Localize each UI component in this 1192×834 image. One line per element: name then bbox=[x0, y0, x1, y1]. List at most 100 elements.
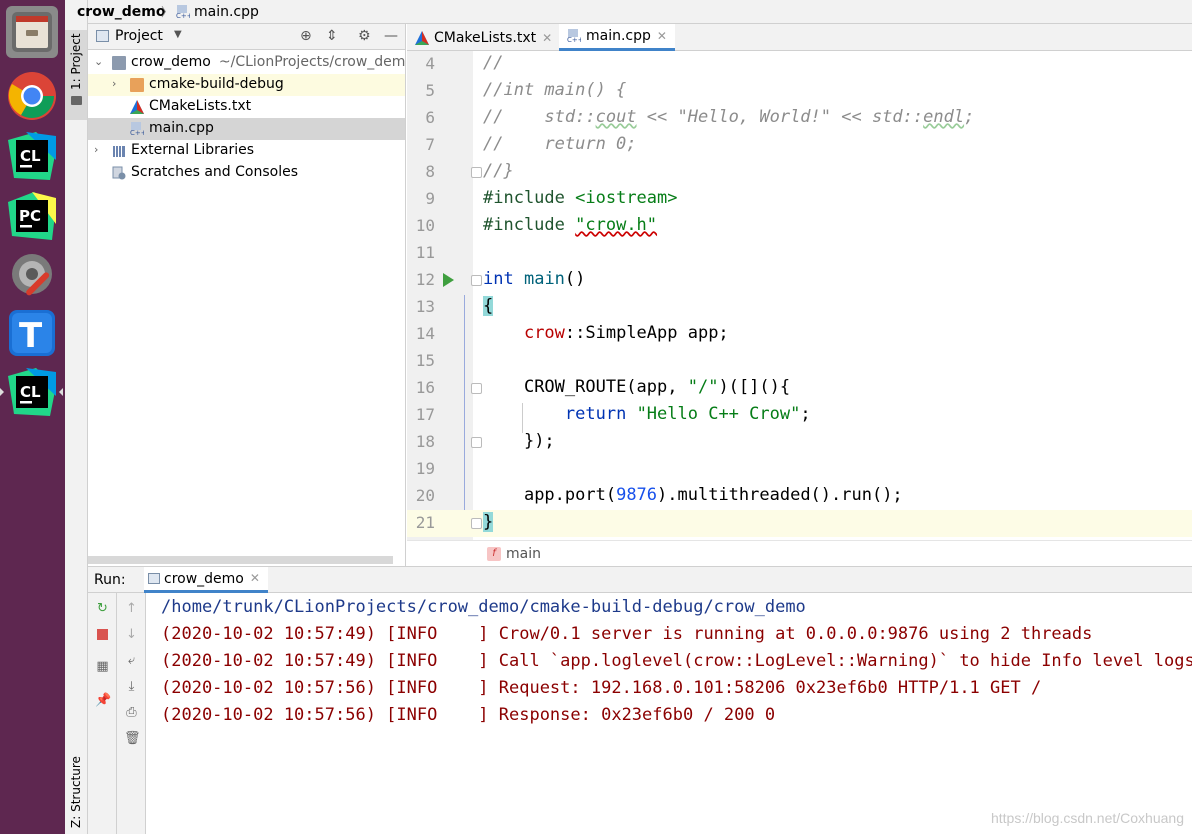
line-number: 12 bbox=[415, 270, 435, 289]
clion-icon[interactable]: CL bbox=[6, 130, 58, 182]
chevron-right-icon[interactable]: › bbox=[112, 77, 116, 90]
tree-item-main-cpp[interactable]: C++ main.cpp bbox=[88, 118, 405, 140]
line-number: 21 bbox=[415, 513, 435, 532]
line-number: 14 bbox=[415, 324, 435, 343]
fold-marker-icon[interactable] bbox=[471, 275, 482, 286]
stop-icon[interactable] bbox=[95, 627, 110, 642]
scroll-to-end-icon[interactable]: ⤓ bbox=[124, 679, 139, 694]
pin-icon[interactable]: 📌 bbox=[95, 693, 111, 708]
console-output[interactable]: /home/trunk/CLionProjects/crow_demo/cmak… bbox=[146, 593, 1192, 834]
chevron-right-icon: 〉 bbox=[161, 5, 174, 19]
line-number: 6 bbox=[425, 108, 435, 127]
files-icon[interactable] bbox=[6, 6, 58, 58]
fold-marker-icon[interactable] bbox=[471, 167, 482, 178]
fold-marker-icon[interactable] bbox=[471, 383, 482, 394]
soft-wrap-icon[interactable]: ⤶ bbox=[124, 653, 139, 668]
structure-tool-tab[interactable]: Z: Structure bbox=[65, 740, 87, 834]
clion-active-icon[interactable]: CL bbox=[6, 366, 58, 418]
caret-down-icon[interactable]: ▼ bbox=[174, 29, 182, 40]
code-line: 12 int main() bbox=[407, 267, 1192, 294]
watermark: https://blog.csdn.net/Coxhuang bbox=[990, 810, 1184, 826]
project-panel-header: Project ▼ ⊕ ⇕ ⚙ — bbox=[88, 24, 405, 50]
breadcrumb-file[interactable]: C++ main.cpp bbox=[176, 4, 259, 20]
tree-item-label: main.cpp bbox=[149, 120, 214, 136]
breadcrumb-function[interactable]: main bbox=[506, 546, 541, 562]
tree-item-cmakelists[interactable]: CMakeLists.txt bbox=[88, 96, 405, 118]
libraries-icon bbox=[113, 146, 125, 157]
run-tab-crow-demo[interactable]: crow_demo ✕ bbox=[144, 567, 268, 593]
rerun-icon[interactable]: ↻ bbox=[95, 601, 110, 616]
code-line: 6 // std::cout << "Hello, World!" << std… bbox=[407, 105, 1192, 132]
breadcrumb-project[interactable]: crow_demo bbox=[77, 4, 165, 20]
code-line: 5 //int main() { bbox=[407, 78, 1192, 105]
code-line: 14 crow::SimpleApp app; bbox=[407, 321, 1192, 348]
line-number: 17 bbox=[415, 405, 435, 424]
line-number: 4 bbox=[425, 54, 435, 73]
tree-item-label: cmake-build-debug bbox=[149, 76, 284, 92]
code-line: 16 CROW_ROUTE(app, "/")([](){ bbox=[407, 375, 1192, 402]
chevron-right-icon[interactable]: › bbox=[94, 143, 98, 156]
trash-icon[interactable]: 🗑 bbox=[124, 731, 141, 746]
cmake-icon bbox=[415, 30, 429, 45]
restore-layout-icon[interactable]: ▦ bbox=[95, 659, 110, 674]
project-view-label[interactable]: Project bbox=[115, 28, 163, 44]
gear-icon[interactable]: ⚙ bbox=[358, 28, 371, 44]
line-number: 11 bbox=[415, 243, 435, 262]
fold-marker-icon[interactable] bbox=[471, 437, 482, 448]
folder-icon bbox=[71, 96, 82, 105]
project-view-icon bbox=[96, 30, 109, 42]
line-number: 16 bbox=[415, 378, 435, 397]
code-line: 10 #include "crow.h" bbox=[407, 213, 1192, 240]
svg-text:T: T bbox=[19, 316, 43, 356]
close-icon[interactable]: ✕ bbox=[657, 29, 667, 43]
svg-text:CL: CL bbox=[20, 383, 41, 401]
code-text: // std::cout << "Hello, World!" << std::… bbox=[483, 107, 975, 127]
down-arrow-icon[interactable]: ↓ bbox=[124, 627, 139, 642]
project-tool-tab[interactable]: 1: Project bbox=[65, 30, 87, 120]
tab-label: main.cpp bbox=[586, 28, 651, 44]
locate-icon[interactable]: ⊕ bbox=[300, 28, 312, 44]
line-number: 5 bbox=[425, 81, 435, 100]
collapse-all-icon[interactable]: ⇕ bbox=[326, 28, 338, 44]
hide-icon[interactable]: — bbox=[384, 28, 398, 44]
run-gutter-icon[interactable] bbox=[443, 273, 454, 287]
line-number: 15 bbox=[415, 351, 435, 370]
code-text: } bbox=[483, 512, 494, 532]
close-icon[interactable]: ✕ bbox=[250, 571, 260, 585]
tree-item-scratches[interactable]: Scratches and Consoles bbox=[88, 162, 405, 184]
fold-marker-icon[interactable] bbox=[471, 518, 482, 529]
line-number: 18 bbox=[415, 432, 435, 451]
horizontal-scrollbar[interactable] bbox=[88, 556, 393, 564]
code-text: }); bbox=[523, 431, 555, 451]
running-indicator bbox=[0, 388, 4, 396]
line-number: 8 bbox=[425, 162, 435, 181]
tab-main-cpp[interactable]: C++ main.cpp ✕ bbox=[559, 24, 675, 51]
tab-cmakelists[interactable]: CMakeLists.txt ✕ bbox=[407, 24, 562, 51]
code-text: crow::SimpleApp app; bbox=[523, 323, 729, 343]
line-number: 10 bbox=[415, 216, 435, 235]
tree-item-external-libraries[interactable]: › External Libraries bbox=[88, 140, 405, 162]
tree-item-cmake-build-debug[interactable]: › cmake-build-debug bbox=[88, 74, 405, 96]
close-icon[interactable]: ✕ bbox=[542, 31, 552, 45]
chevron-down-icon[interactable]: ⌄ bbox=[94, 55, 103, 68]
tree-item-crow-demo[interactable]: ⌄ crow_demo ~/CLionProjects/crow_dem bbox=[88, 52, 405, 74]
code-line: 11 bbox=[407, 240, 1192, 267]
run-toolbar-secondary: ↑ ↓ ⤶ ⤓ ⎙ 🗑 bbox=[117, 593, 146, 834]
system-settings-icon[interactable] bbox=[6, 248, 58, 300]
typora-icon[interactable]: T bbox=[6, 307, 58, 359]
code-text: app.port(9876).multithreaded().run(); bbox=[523, 485, 903, 505]
chrome-icon[interactable] bbox=[6, 70, 58, 122]
up-arrow-icon[interactable]: ↑ bbox=[124, 601, 139, 616]
code-text: // bbox=[483, 53, 504, 73]
code-text: //int main() { bbox=[483, 80, 627, 100]
code-line: 19 bbox=[407, 456, 1192, 483]
code-editor[interactable]: 4 // 5 //int main() { 6 // std::cout << … bbox=[407, 51, 1192, 540]
print-icon[interactable]: ⎙ bbox=[124, 705, 139, 720]
folder-icon bbox=[112, 56, 126, 70]
breadcrumb-file-label: main.cpp bbox=[194, 3, 259, 20]
focused-indicator bbox=[59, 388, 63, 396]
pycharm-icon[interactable]: PC bbox=[6, 190, 58, 242]
run-label: Run: bbox=[94, 572, 126, 588]
tree-item-label: Scratches and Consoles bbox=[131, 164, 298, 180]
code-text: // return 0; bbox=[483, 134, 637, 154]
